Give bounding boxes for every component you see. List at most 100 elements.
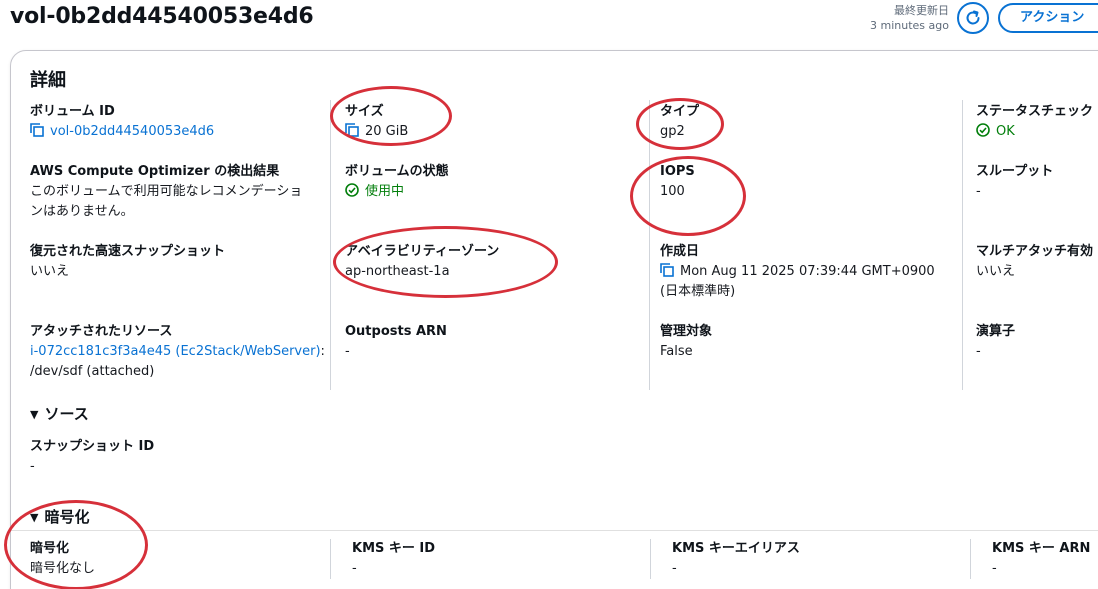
column-divider xyxy=(649,100,650,390)
column-divider xyxy=(650,539,651,579)
success-check-icon xyxy=(976,123,990,137)
encryption-section-title: 暗号化 xyxy=(44,508,90,526)
created-label: 作成日 xyxy=(660,244,700,259)
status-check-label: ステータスチェック xyxy=(976,104,1094,119)
success-check-icon xyxy=(345,183,359,197)
column-divider xyxy=(970,539,971,579)
managed-value: False xyxy=(660,344,693,359)
throughput-value: - xyxy=(976,184,981,199)
iops-value: 100 xyxy=(660,184,685,199)
created-value-line2: (日本標準時) xyxy=(660,284,736,299)
snapshot-id-value: - xyxy=(30,459,35,474)
volume-state-value: 使用中 xyxy=(345,182,449,202)
operator-value: - xyxy=(976,344,981,359)
field-kms-key-alias: KMS キーエイリアス - xyxy=(672,539,800,579)
last-updated-value: 3 minutes ago xyxy=(870,19,949,32)
optimizer-value-line2: ンはありません。 xyxy=(30,204,134,219)
multi-attach-label: マルチアタッチ有効 xyxy=(976,244,1094,259)
fast-snapshot-value: いいえ xyxy=(30,264,70,279)
volume-id-value[interactable]: vol-0b2dd44540053e4d6 xyxy=(30,122,214,142)
optimizer-label: AWS Compute Optimizer の検出結果 xyxy=(30,164,280,179)
operator-label: 演算子 xyxy=(976,324,1016,339)
attached-instance-link[interactable]: i-072cc181c3f3a4e45 (Ec2Stack/WebServer) xyxy=(30,344,321,359)
size-value: 20 GiB xyxy=(345,122,408,142)
field-created: 作成日 Mon Aug 11 2025 07:39:44 GMT+0900 (日… xyxy=(660,242,960,302)
managed-label: 管理対象 xyxy=(660,324,713,339)
last-updated: 最終更新日 3 minutes ago xyxy=(870,3,949,33)
field-kms-key-arn: KMS キー ARN - xyxy=(992,539,1090,579)
kms-key-id-label: KMS キー ID xyxy=(352,541,436,556)
copy-icon[interactable] xyxy=(30,123,44,137)
column-divider xyxy=(330,100,331,390)
status-check-text: OK xyxy=(996,124,1015,139)
last-updated-label: 最終更新日 xyxy=(894,4,949,17)
caret-down-icon: ▼ xyxy=(30,511,39,524)
kms-key-arn-label: KMS キー ARN xyxy=(992,541,1091,556)
refresh-button[interactable] xyxy=(957,2,989,34)
field-multi-attach: マルチアタッチ有効 いいえ xyxy=(976,242,1098,282)
actions-button[interactable]: アクション xyxy=(998,3,1098,33)
field-outposts-arn: Outposts ARN - xyxy=(345,322,447,362)
column-divider xyxy=(962,100,963,390)
kms-key-alias-value: - xyxy=(672,561,677,576)
status-check-value: OK xyxy=(976,122,1098,142)
outposts-arn-label: Outposts ARN xyxy=(345,324,447,339)
field-snapshot-id: スナップショット ID - xyxy=(30,437,154,477)
details-section-title: 詳細 xyxy=(30,70,66,91)
field-availability-zone: アベイラビリティーゾーン ap-northeast-1a xyxy=(345,242,499,282)
page-title: vol-0b2dd44540053e4d6 xyxy=(10,4,314,29)
optimizer-value-line1: このボリュームで利用可能なレコメンデーショ xyxy=(30,184,303,199)
field-operator: 演算子 - xyxy=(976,322,1015,362)
caret-down-icon: ▼ xyxy=(30,408,39,421)
source-section-title: ソース xyxy=(44,405,89,423)
attached-suffix: : xyxy=(320,344,325,359)
type-label: タイプ xyxy=(660,104,700,119)
field-type: タイプ gp2 xyxy=(660,102,699,142)
field-volume-id: ボリューム ID vol-0b2dd44540053e4d6 xyxy=(30,102,214,142)
section-divider xyxy=(11,530,1098,531)
encryption-value: 暗号化なし xyxy=(30,561,96,576)
attached-resources-value-line2: /dev/sdf (attached) xyxy=(30,364,155,379)
column-divider xyxy=(330,539,331,579)
size-label: サイズ xyxy=(345,104,384,119)
copy-icon[interactable] xyxy=(345,123,359,137)
volume-state-text: 使用中 xyxy=(365,184,405,199)
size-text: 20 GiB xyxy=(365,124,409,139)
iops-label: IOPS xyxy=(660,164,695,179)
field-status-check: ステータスチェック OK xyxy=(976,102,1098,142)
kms-key-alias-label: KMS キーエイリアス xyxy=(672,541,800,556)
outposts-arn-value: - xyxy=(345,344,350,359)
availability-zone-value: ap-northeast-1a xyxy=(345,264,450,279)
field-fast-snapshot: 復元された高速スナップショット いいえ xyxy=(30,242,225,282)
page-header: vol-0b2dd44540053e4d6 最終更新日 3 minutes ag… xyxy=(0,0,1098,40)
kms-key-id-value: - xyxy=(352,561,357,576)
source-section-toggle[interactable]: ▼ ソース xyxy=(30,403,89,424)
kms-key-arn-value: - xyxy=(992,561,997,576)
attached-resources-label: アタッチされたリソース xyxy=(30,324,173,339)
volume-state-label: ボリュームの状態 xyxy=(345,164,449,179)
field-throughput: スループット - xyxy=(976,162,1053,202)
field-volume-state: ボリュームの状態 使用中 xyxy=(345,162,449,202)
created-value-line1: Mon Aug 11 2025 07:39:44 GMT+0900 xyxy=(660,262,960,282)
encryption-label: 暗号化 xyxy=(30,541,70,556)
copy-icon[interactable] xyxy=(660,263,674,277)
fast-snapshot-label: 復元された高速スナップショット xyxy=(30,244,226,259)
field-managed: 管理対象 False xyxy=(660,322,712,362)
created-text: Mon Aug 11 2025 07:39:44 GMT+0900 xyxy=(680,264,935,279)
attached-resources-value-line1: i-072cc181c3f3a4e45 (Ec2Stack/WebServer)… xyxy=(30,342,330,362)
type-value: gp2 xyxy=(660,124,685,139)
throughput-label: スループット xyxy=(976,164,1054,179)
availability-zone-label: アベイラビリティーゾーン xyxy=(345,244,500,259)
field-attached-resources: アタッチされたリソース i-072cc181c3f3a4e45 (Ec2Stac… xyxy=(30,322,330,382)
field-iops: IOPS 100 xyxy=(660,162,695,202)
field-encryption: 暗号化 暗号化なし xyxy=(30,539,95,579)
volume-id-text: vol-0b2dd44540053e4d6 xyxy=(50,124,215,139)
field-kms-key-id: KMS キー ID - xyxy=(352,539,435,579)
multi-attach-value: いいえ xyxy=(976,264,1016,279)
volume-id-label: ボリューム ID xyxy=(30,104,115,119)
encryption-section-toggle[interactable]: ▼ 暗号化 xyxy=(30,506,89,527)
refresh-icon xyxy=(966,10,980,25)
snapshot-id-label: スナップショット ID xyxy=(30,439,155,454)
field-size: サイズ 20 GiB xyxy=(345,102,408,142)
field-optimizer: AWS Compute Optimizer の検出結果 このボリュームで利用可能… xyxy=(30,162,326,222)
